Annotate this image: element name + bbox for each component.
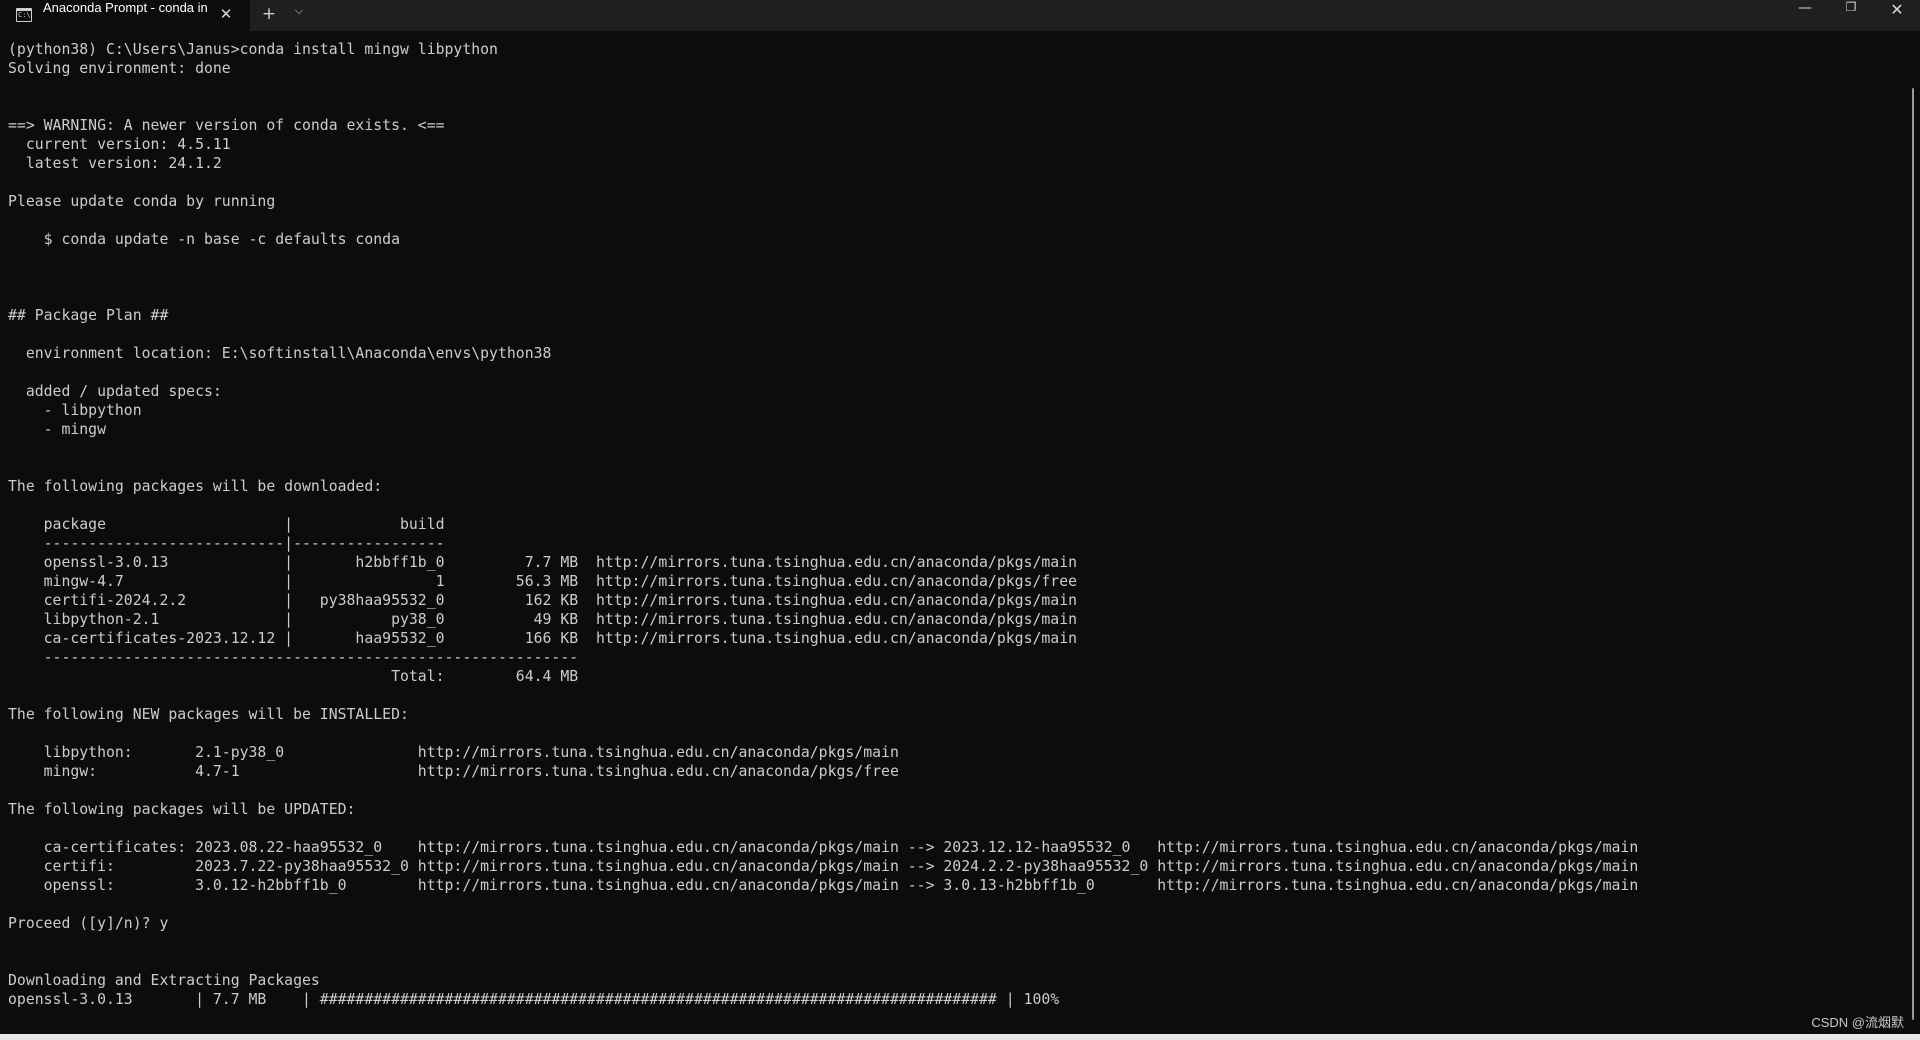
terminal-line: certifi-2024.2.2 | py38haa95532_0 162 KB…: [8, 592, 1078, 609]
terminal-line: Solving environment: done: [8, 60, 231, 77]
terminal-line: mingw: 4.7-1 http://mirrors.tuna.tsinghu…: [8, 763, 899, 780]
terminal-line: ----------------------------------------…: [8, 649, 579, 666]
terminal-line: latest version: 24.1.2: [8, 155, 222, 172]
terminal-line: The following packages will be downloade…: [8, 478, 383, 495]
terminal-line: environment location: E:\softinstall\Ana…: [8, 345, 552, 362]
taskbar-strip: [0, 1034, 1920, 1040]
terminal-line: ca-certificates: 2023.08.22-haa95532_0 h…: [8, 839, 1639, 856]
terminal-line: - libpython: [8, 402, 142, 419]
terminal-line: $ conda update -n base -c defaults conda: [8, 231, 400, 248]
restore-icon[interactable]: ❐: [1828, 0, 1874, 31]
tab-title: Anaconda Prompt - conda in: [43, 0, 208, 15]
terminal-line: Proceed ([y]/n)? y: [8, 915, 169, 932]
terminal-line: certifi: 2023.7.22-py38haa95532_0 http:/…: [8, 858, 1639, 875]
terminal-line: The following packages will be UPDATED:: [8, 801, 356, 818]
terminal-line: libpython: 2.1-py38_0 http://mirrors.tun…: [8, 744, 899, 761]
terminal-text: (python38) C:\Users\Janus>conda install …: [8, 40, 1898, 1009]
terminal-icon: C:\: [16, 8, 32, 22]
terminal-line: ---------------------------|------------…: [8, 535, 445, 552]
terminal-line: (python38) C:\Users\Janus>conda install …: [8, 41, 498, 58]
terminal-line: The following NEW packages will be INSTA…: [8, 706, 409, 723]
terminal-output[interactable]: (python38) C:\Users\Janus>conda install …: [8, 40, 1898, 1015]
terminal-line: libpython-2.1 | py38_0 49 KB http://mirr…: [8, 611, 1078, 628]
terminal-line: ==> WARNING: A newer version of conda ex…: [8, 117, 445, 134]
watermark: CSDN @流烟默: [1811, 1015, 1904, 1030]
terminal-line: - mingw: [8, 421, 106, 438]
terminal-line: ca-certificates-2023.12.12 | haa95532_0 …: [8, 630, 1078, 647]
terminal-line: package | build: [8, 516, 445, 533]
terminal-line: Total: 64.4 MB: [8, 668, 579, 685]
terminal-window: C:\ Anaconda Prompt - conda in ✕ + ⌵ — ❐…: [0, 0, 1920, 1040]
terminal-line: current version: 4.5.11: [8, 136, 231, 153]
minimize-icon[interactable]: —: [1782, 0, 1828, 31]
terminal-line: Please update conda by running: [8, 193, 276, 210]
scrollbar[interactable]: [1912, 88, 1914, 1020]
close-icon[interactable]: ✕: [216, 5, 236, 25]
terminal-line: openssl-3.0.13 | 7.7 MB | ##############…: [8, 991, 1060, 1008]
terminal-icon-glyph: C:\: [18, 11, 31, 19]
terminal-line: mingw-4.7 | 1 56.3 MB http://mirrors.tun…: [8, 573, 1078, 590]
window-close-icon[interactable]: ✕: [1874, 0, 1920, 31]
chevron-down-icon[interactable]: ⌵: [288, 4, 310, 26]
plus-icon[interactable]: +: [258, 4, 280, 26]
terminal-line: Downloading and Extracting Packages: [8, 972, 320, 989]
title-bar[interactable]: C:\ Anaconda Prompt - conda in ✕ + ⌵ — ❐…: [0, 0, 1920, 31]
terminal-line: added / updated specs:: [8, 383, 222, 400]
tab-anaconda-prompt[interactable]: C:\ Anaconda Prompt - conda in ✕: [0, 0, 250, 31]
terminal-line: openssl-3.0.13 | h2bbff1b_0 7.7 MB http:…: [8, 554, 1078, 571]
terminal-line: ## Package Plan ##: [8, 307, 169, 324]
terminal-line: openssl: 3.0.12-h2bbff1b_0 http://mirror…: [8, 877, 1639, 894]
